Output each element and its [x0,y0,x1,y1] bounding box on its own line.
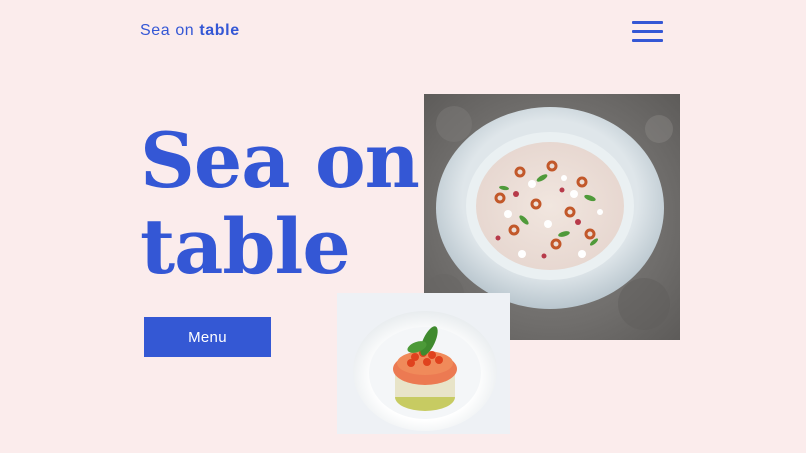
hero-title-line-1: Sea on [140,116,420,205]
hamburger-bar [632,39,663,42]
site-logo[interactable]: Sea on table [140,22,240,40]
logo-regular-text: Sea on [140,22,195,39]
hamburger-bar [632,21,663,24]
hamburger-menu-icon[interactable] [632,21,663,42]
logo-bold-text: table [199,22,240,39]
tartare-plate-image [337,293,510,434]
hamburger-bar [632,30,663,33]
tartare-plate-photo [337,293,510,434]
hero-title: Sea on table [140,116,420,291]
hero-title-line-2: table [140,202,351,291]
menu-button[interactable]: Menu [144,317,271,357]
